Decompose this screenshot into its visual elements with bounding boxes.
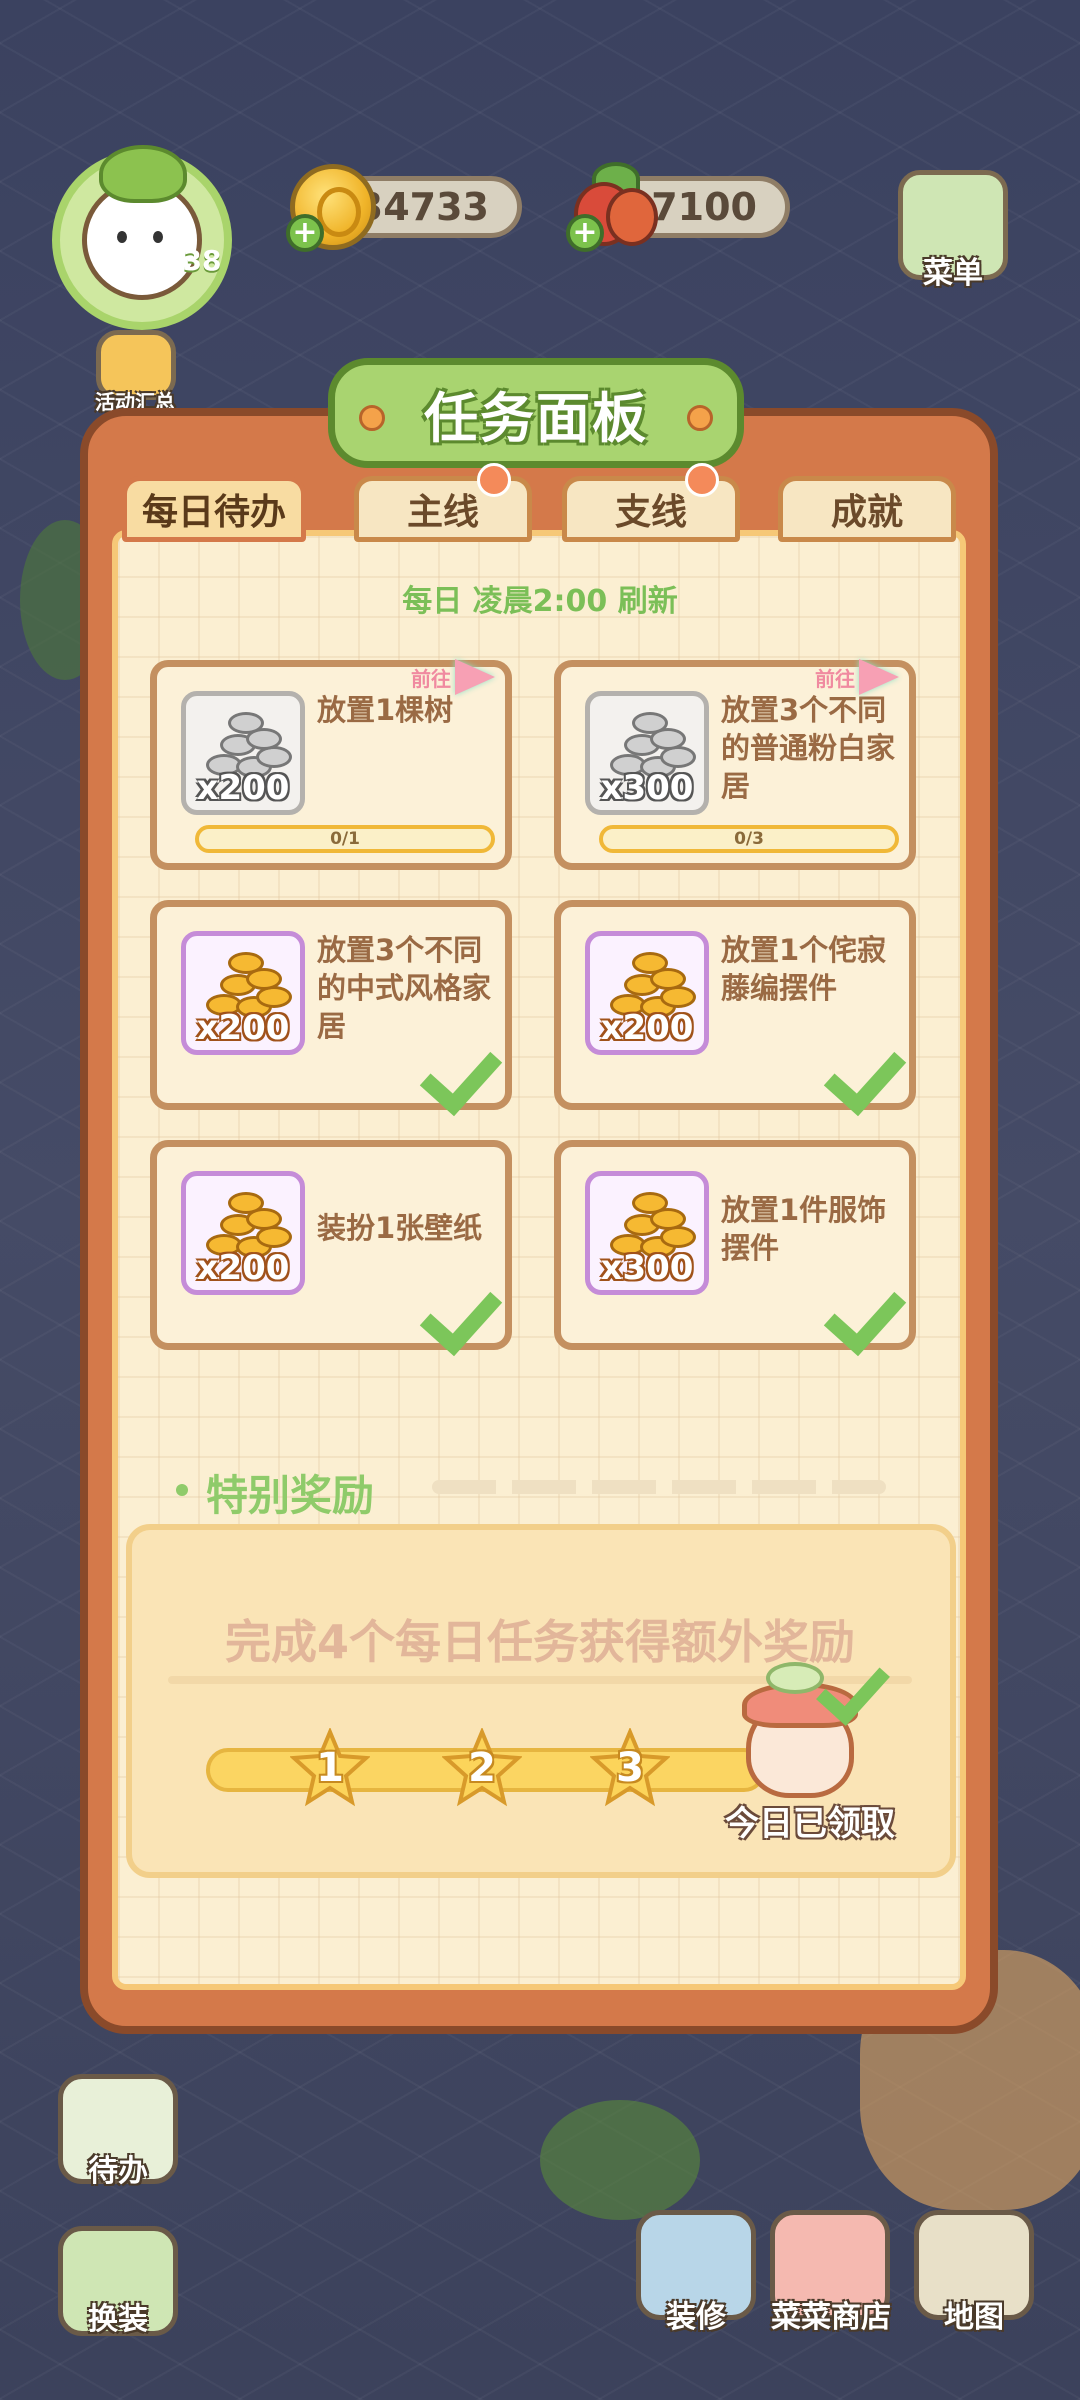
tab-main[interactable]: 主线 <box>354 463 532 542</box>
task-card: x200 装扮1张壁纸 <box>150 1140 512 1357</box>
tab-achievements-label: 成就 <box>830 492 903 533</box>
task-description: 装扮1张壁纸 <box>317 1211 483 1245</box>
milestone-number: 1 <box>316 1745 344 1791</box>
refresh-notice: 每日 凌晨2:00 刷新 <box>402 584 678 619</box>
task-description: 放置1棵树 <box>317 693 454 727</box>
reward-quantity: x300 <box>600 768 694 808</box>
outfit-label: 换装 <box>88 2302 148 2337</box>
task-description: 放置1个侘寂藤编摆件 <box>721 933 887 1005</box>
claimed-label: 今日已领取 <box>725 1804 895 1844</box>
special-reward-title: 特别奖励 <box>206 1471 375 1520</box>
reward-quantity: x200 <box>196 1008 290 1048</box>
completed-check-icon <box>823 1031 907 1117</box>
notice-flower-icon <box>477 463 511 497</box>
reward-item: x200 <box>181 931 305 1055</box>
shop-label: 菜菜商店 <box>771 2300 891 2335</box>
goto-label: 前往 <box>815 666 855 691</box>
goto-label: 前往 <box>411 666 451 691</box>
player-avatar[interactable] <box>52 145 232 330</box>
task-description: 放置3个不同的中式风格家居 <box>317 933 492 1043</box>
completed-check-icon <box>823 1271 907 1357</box>
milestone-star: 3 <box>590 1728 670 1808</box>
tab-side-label: 支线 <box>614 492 687 533</box>
decorate-label: 装修 <box>666 2300 726 2335</box>
tab-side[interactable]: 支线 <box>562 463 740 542</box>
task-progress: 0/1 <box>195 825 495 853</box>
reward-quantity: x200 <box>196 1248 290 1288</box>
add-veggies-button[interactable]: + <box>566 214 604 252</box>
arrow-right-icon <box>859 659 899 695</box>
reward-quantity: x300 <box>600 1248 694 1288</box>
todo-label: 待办 <box>88 2154 148 2189</box>
player-level: 38 <box>182 244 222 277</box>
panel-title-plate: 任务面板 <box>328 358 744 468</box>
tab-daily[interactable]: 每日待办 <box>122 476 306 542</box>
reward-quantity: x200 <box>600 1008 694 1048</box>
reward-item: x200 <box>181 1171 305 1295</box>
task-progress: 0/3 <box>599 825 899 853</box>
menu-label: 菜单 <box>923 256 983 291</box>
task-description: 放置1件服饰摆件 <box>721 1193 887 1265</box>
task-card: x200 放置1个侘寂藤编摆件 <box>554 900 916 1117</box>
panel-title: 任务面板 <box>424 386 648 450</box>
completed-check-icon <box>419 1271 503 1357</box>
bullet-icon <box>176 1484 188 1496</box>
map-label: 地图 <box>944 2300 1004 2335</box>
milestone-star: 2 <box>442 1728 522 1808</box>
arrow-right-icon <box>455 659 495 695</box>
add-coins-button[interactable]: + <box>286 214 324 252</box>
tab-main-label: 主线 <box>406 492 479 533</box>
milestone-number: 3 <box>616 1745 644 1791</box>
milestone-star: 1 <box>290 1728 370 1808</box>
tab-daily-label: 每日待办 <box>141 492 286 533</box>
task-description: 放置3个不同的普通粉白家居 <box>721 693 896 803</box>
special-reward-description: 完成4个每日任务获得额外奖励 <box>224 1615 855 1669</box>
reward-item: x300 <box>585 1171 709 1295</box>
goto-button[interactable]: 前往 <box>815 659 899 695</box>
milestone-number: 2 <box>468 1745 496 1791</box>
task-card: x200 放置3个不同的中式风格家居 <box>150 900 512 1117</box>
reward-quantity: x200 <box>196 768 290 808</box>
divider <box>432 1480 886 1494</box>
tab-achievements[interactable]: 成就 <box>778 476 956 542</box>
veggie-amount: 7100 <box>651 185 757 229</box>
reward-item: x200 <box>585 931 709 1055</box>
reward-item: x300 <box>585 691 709 815</box>
notice-flower-icon <box>685 463 719 497</box>
reward-item: x200 <box>181 691 305 815</box>
task-card: x200 放置1棵树 0/1 前往 <box>150 659 512 870</box>
task-card: x300 放置1件服饰摆件 <box>554 1140 916 1357</box>
coin-amount: 34733 <box>356 185 489 229</box>
task-card: x300 放置3个不同的普通粉白家居 0/3 前往 <box>554 659 916 870</box>
goto-button[interactable]: 前往 <box>411 659 495 695</box>
background-bush <box>540 2100 700 2220</box>
